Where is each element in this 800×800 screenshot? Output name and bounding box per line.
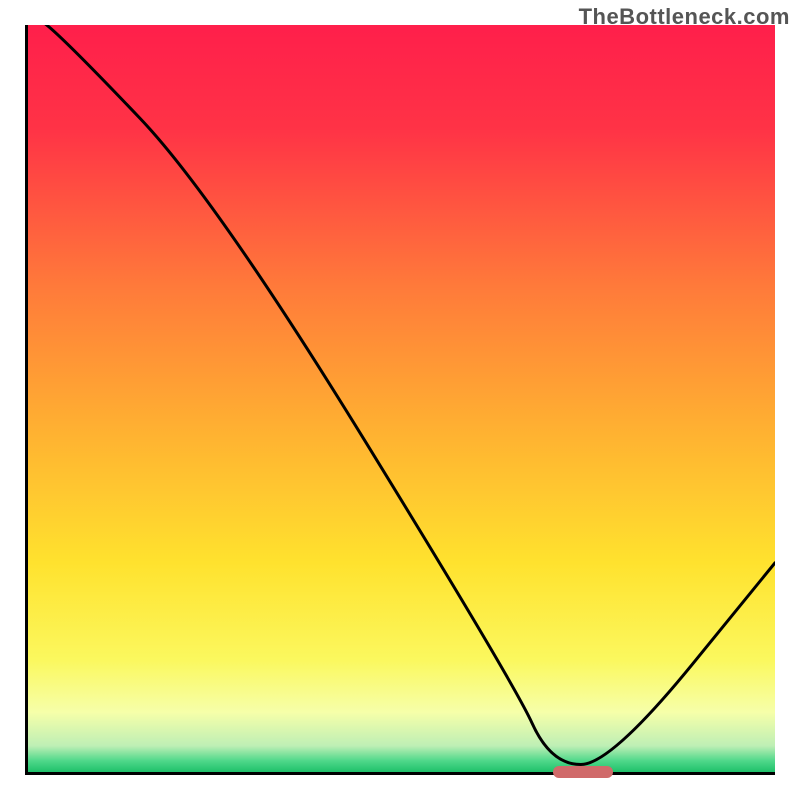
optimal-range-marker — [553, 766, 613, 778]
plot-area — [25, 25, 775, 775]
chart-container: TheBottleneck.com — [0, 0, 800, 800]
bottleneck-curve — [28, 25, 775, 772]
